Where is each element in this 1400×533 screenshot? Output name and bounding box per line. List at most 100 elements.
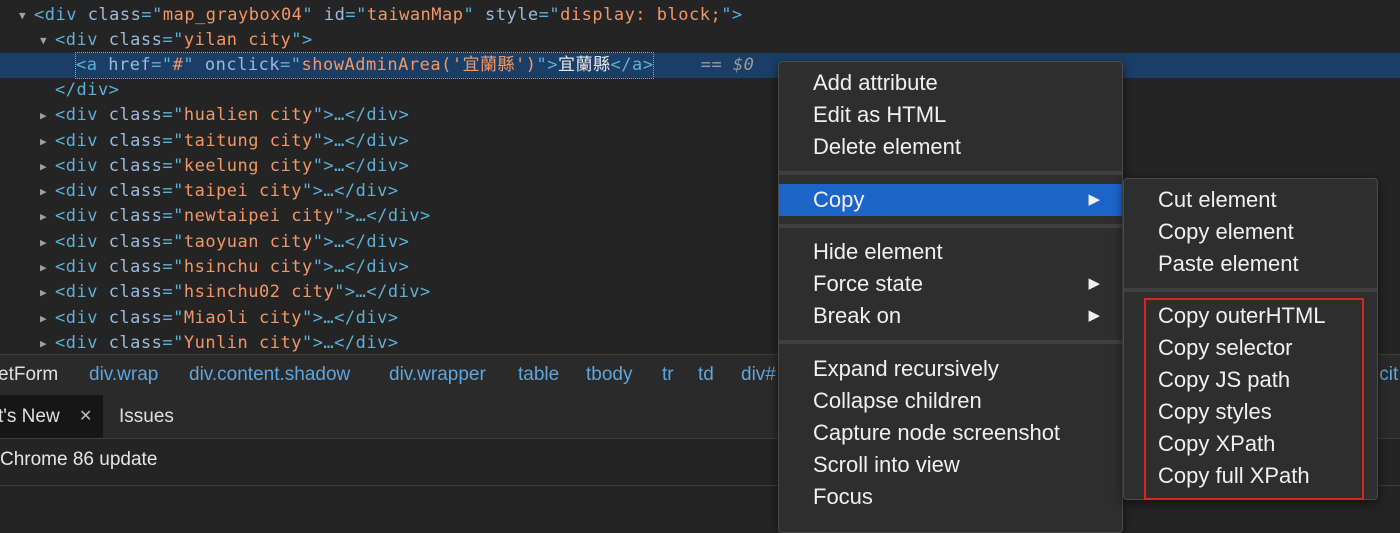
breadcrumb-item[interactable]: td bbox=[698, 355, 714, 395]
code-token-val: taipei city bbox=[183, 181, 302, 201]
menu-item-cut-element[interactable]: Cut element bbox=[1124, 184, 1377, 216]
code-token-val: newtaipei city bbox=[183, 206, 335, 226]
code-token-tag: ">…</div> bbox=[301, 333, 399, 353]
close-icon[interactable]: ✕ bbox=[79, 395, 92, 438]
submenu-arrow-icon: ▶ bbox=[1088, 275, 1100, 292]
expand-triangle-icon[interactable]: ▶ bbox=[40, 331, 47, 356]
code-token-attr: class bbox=[108, 206, 163, 226]
whats-new-headline[interactable]: Chrome 86 update bbox=[0, 449, 157, 471]
dom-node-line-selected[interactable]: <a href="#" onclick="showAdminArea('宜蘭縣'… bbox=[0, 52, 1400, 79]
code-token-tag: " bbox=[183, 55, 205, 75]
code-token-tag: =" bbox=[162, 131, 184, 151]
code-token-tag: ">…</div> bbox=[312, 232, 410, 252]
code-token-tag: =" bbox=[162, 308, 184, 328]
tab-whats-new[interactable]: t's New ✕ bbox=[0, 395, 103, 438]
code-token-tag: <div bbox=[55, 282, 109, 302]
expand-triangle-icon[interactable]: ▶ bbox=[40, 255, 47, 280]
code-token-tag: =" bbox=[162, 232, 184, 252]
dom-node-code[interactable]: <div class="taipei city">…</div> bbox=[55, 179, 399, 204]
expand-triangle-icon[interactable]: ▶ bbox=[40, 204, 47, 229]
menu-item-paste-element[interactable]: Paste element bbox=[1124, 248, 1377, 280]
code-token-attr: class bbox=[108, 232, 163, 252]
expand-triangle-icon[interactable]: ▶ bbox=[40, 129, 47, 154]
dom-node-code[interactable]: </div> bbox=[55, 78, 119, 103]
dom-node-line[interactable]: ▶ <div class="keelung city">…</div> bbox=[0, 154, 1400, 179]
breadcrumb-item[interactable]: div.content.shadow bbox=[189, 355, 350, 395]
dom-node-code[interactable]: <div class="map_graybox04" id="taiwanMap… bbox=[34, 3, 743, 28]
menu-item-collapse-children[interactable]: Collapse children bbox=[779, 385, 1122, 417]
dom-node-code[interactable]: <a href="#" onclick="showAdminArea('宜蘭縣'… bbox=[74, 52, 655, 79]
menu-item-hide-element[interactable]: Hide element bbox=[779, 236, 1122, 268]
tab-label: t's New bbox=[0, 406, 60, 427]
code-token-tag: ">…</div> bbox=[312, 131, 410, 151]
menu-item-expand-recursively[interactable]: Expand recursively bbox=[779, 353, 1122, 385]
dom-node-code[interactable]: <div class="yilan city"> bbox=[55, 28, 313, 53]
code-token-tag: <div bbox=[55, 232, 109, 252]
expand-triangle-icon[interactable]: ▶ bbox=[40, 280, 47, 305]
code-token-tag: =" bbox=[162, 282, 184, 302]
menu-item-copy[interactable]: Copy ▶ bbox=[779, 184, 1122, 216]
breadcrumb-item[interactable]: div.wrap bbox=[89, 355, 158, 395]
dom-node-code[interactable]: <div class="Yunlin city">…</div> bbox=[55, 331, 399, 356]
menu-item-copy-element[interactable]: Copy element bbox=[1124, 216, 1377, 248]
dom-node-code[interactable]: <div class="keelung city">…</div> bbox=[55, 154, 409, 179]
code-token-val: taoyuan city bbox=[183, 232, 313, 252]
annotation-highlight-box bbox=[1144, 298, 1364, 500]
code-token-tag: =" bbox=[162, 181, 184, 201]
menu-item-break-on[interactable]: Break on ▶ bbox=[779, 300, 1122, 332]
dom-node-code[interactable]: <div class="taitung city">…</div> bbox=[55, 129, 409, 154]
code-token-tag: ">…</div> bbox=[312, 156, 410, 176]
dom-node-line[interactable]: ▶ <div class="taitung city">…</div> bbox=[0, 129, 1400, 154]
dom-node-code[interactable]: <div class="Miaoli city">…</div> bbox=[55, 306, 399, 331]
dom-node-line[interactable]: ▼ <div class="map_graybox04" id="taiwanMa… bbox=[0, 3, 1400, 28]
menu-item-edit-as-html[interactable]: Edit as HTML bbox=[779, 99, 1122, 131]
menu-separator bbox=[779, 340, 1122, 344]
menu-item-scroll-into-view[interactable]: Scroll into view bbox=[779, 449, 1122, 481]
dom-node-code[interactable]: <div class="taoyuan city">…</div> bbox=[55, 230, 409, 255]
dom-node-code[interactable]: <div class="hsinchu city">…</div> bbox=[55, 255, 409, 280]
menu-item-focus[interactable]: Focus bbox=[779, 481, 1122, 513]
code-token-tag: =" bbox=[538, 5, 561, 25]
code-token-attr: class bbox=[87, 5, 142, 25]
expand-triangle-icon[interactable]: ▶ bbox=[40, 179, 47, 204]
menu-item-add-attribute[interactable]: Add attribute bbox=[779, 67, 1122, 99]
code-token-val: Miaoli city bbox=[183, 308, 302, 328]
code-token-attr: class bbox=[108, 105, 163, 125]
breadcrumb-item[interactable]: table bbox=[518, 355, 559, 395]
menu-item-capture-node-screenshot[interactable]: Capture node screenshot bbox=[779, 417, 1122, 449]
dom-node-code[interactable]: <div class="hsinchu02 city">…</div> bbox=[55, 280, 431, 305]
breadcrumb-item[interactable]: tbody bbox=[586, 355, 632, 395]
code-token-tag: =" bbox=[162, 105, 184, 125]
collapse-triangle-icon[interactable]: ▼ bbox=[19, 3, 26, 28]
dom-node-line[interactable]: </div> bbox=[0, 78, 1400, 103]
dom-node-code[interactable]: <div class="hualien city">…</div> bbox=[55, 103, 409, 128]
code-token-val: keelung city bbox=[183, 156, 313, 176]
menu-item-delete-element[interactable]: Delete element bbox=[779, 131, 1122, 163]
breadcrumb-item[interactable]: div.wrapper bbox=[389, 355, 486, 395]
menu-separator bbox=[779, 224, 1122, 228]
code-token-tag: ">…</div> bbox=[301, 181, 399, 201]
collapse-triangle-icon[interactable]: ▼ bbox=[40, 28, 47, 53]
code-token-tag: =" bbox=[162, 156, 184, 176]
tab-issues[interactable]: Issues bbox=[119, 395, 174, 438]
dom-node-line[interactable]: ▼ <div class="yilan city"> bbox=[0, 28, 1400, 53]
context-menu: Add attribute Edit as HTML Delete elemen… bbox=[778, 61, 1123, 533]
breadcrumb-item[interactable]: div# bbox=[741, 355, 776, 395]
expand-triangle-icon[interactable]: ▶ bbox=[40, 103, 47, 128]
code-token-tag: =" bbox=[141, 5, 163, 25]
dom-node-code[interactable]: <div class="newtaipei city">…</div> bbox=[55, 204, 431, 229]
expand-triangle-icon[interactable]: ▶ bbox=[40, 154, 47, 179]
code-token-val: Yunlin city bbox=[183, 333, 302, 353]
code-token-tag: ">…</div> bbox=[312, 257, 410, 277]
code-token-tag: <div bbox=[55, 181, 109, 201]
expand-triangle-icon[interactable]: ▶ bbox=[40, 230, 47, 255]
code-token-tag: ">…</div> bbox=[334, 282, 431, 302]
menu-separator bbox=[1124, 288, 1377, 292]
submenu-arrow-icon: ▶ bbox=[1088, 191, 1100, 208]
code-token-val: hsinchu city bbox=[183, 257, 313, 277]
expand-triangle-icon[interactable]: ▶ bbox=[40, 306, 47, 331]
dom-node-line[interactable]: ▶ <div class="hualien city">…</div> bbox=[0, 103, 1400, 128]
breadcrumb-item[interactable]: etForm bbox=[0, 355, 58, 395]
menu-item-force-state[interactable]: Force state ▶ bbox=[779, 268, 1122, 300]
breadcrumb-item[interactable]: tr bbox=[662, 355, 674, 395]
